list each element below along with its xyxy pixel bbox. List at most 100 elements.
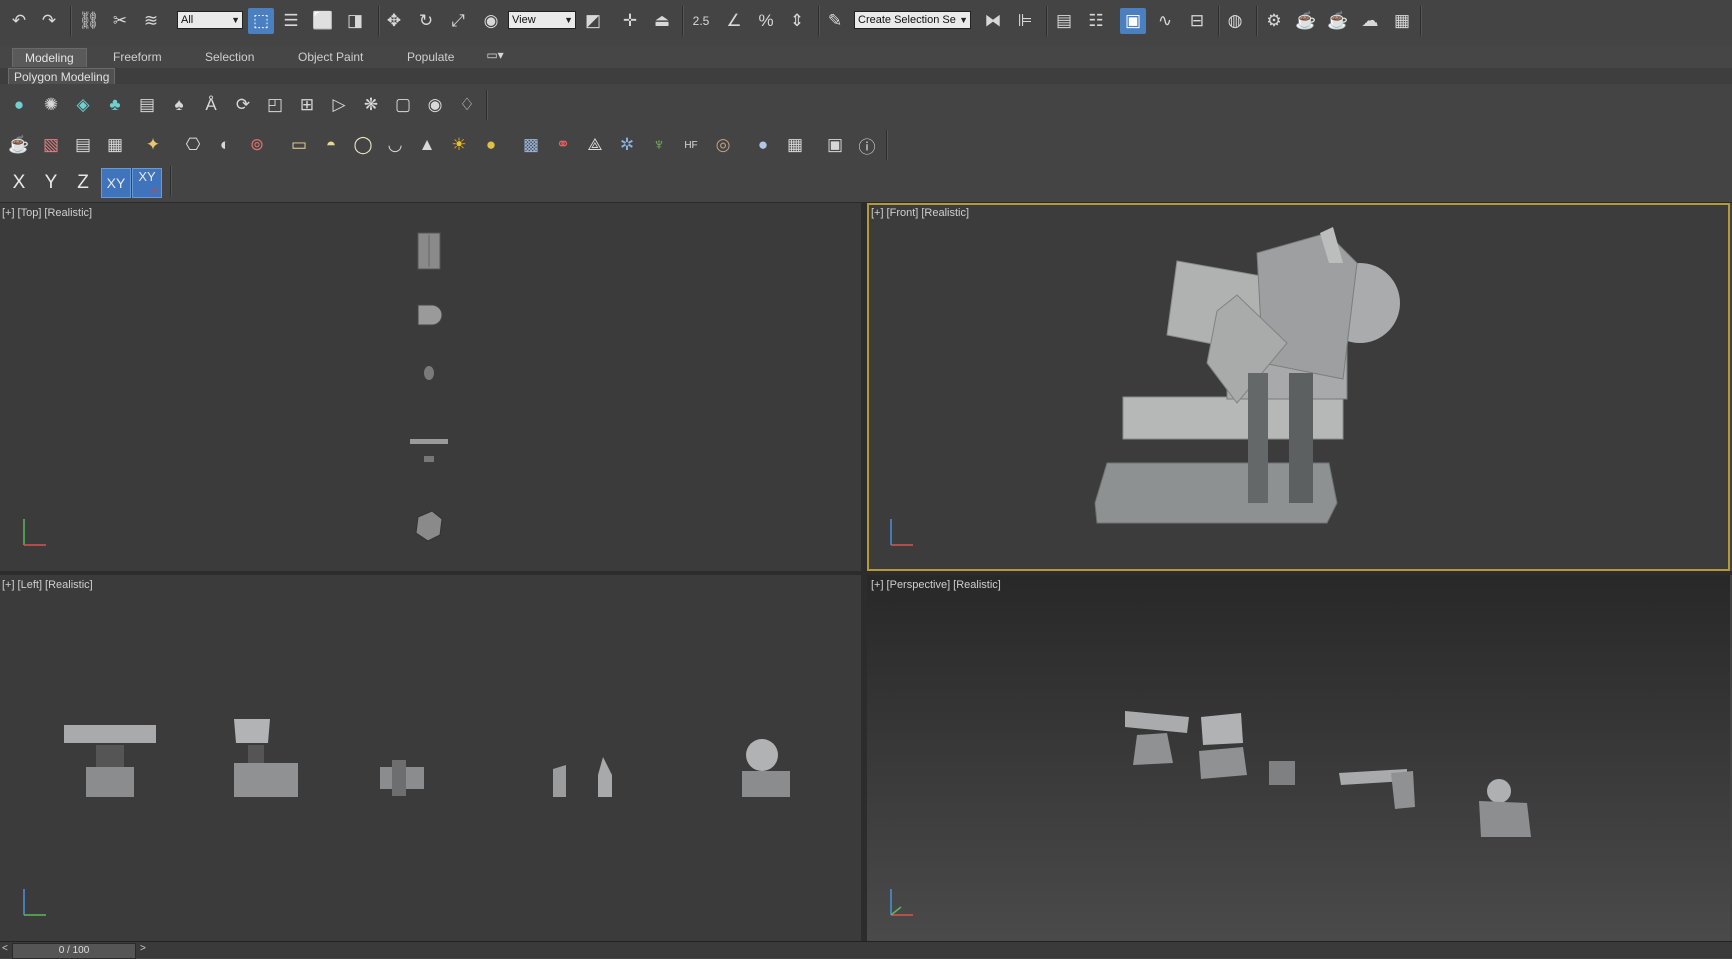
tab-freeform[interactable]: Freeform	[101, 48, 174, 66]
helper-icon[interactable]: ◰	[262, 92, 288, 118]
rotate-icon[interactable]: ↻	[413, 8, 439, 34]
grid-icon[interactable]: ▩	[518, 132, 544, 158]
next-frame-button[interactable]: >	[140, 943, 146, 954]
cycle-icon[interactable]: ⟳	[230, 92, 256, 118]
teapot-icon[interactable]: ☕	[6, 132, 32, 158]
hf-icon[interactable]: HF	[678, 132, 704, 158]
tab-populate[interactable]: Populate	[395, 48, 466, 66]
camera-icon[interactable]: ⎔	[180, 132, 206, 158]
link-icon[interactable]: ⛓	[76, 8, 102, 34]
mirror-icon[interactable]: ⧓	[980, 8, 1006, 34]
viewport-front[interactable]: [+] [Front] [Realistic]	[867, 203, 1730, 571]
material-editor-icon[interactable]: ◍	[1222, 8, 1248, 34]
frame-icon[interactable]: ▢	[390, 92, 416, 118]
pivot-center-icon[interactable]: ◩	[580, 8, 606, 34]
persp-object-3[interactable]	[1269, 761, 1295, 785]
tab-selection[interactable]: Selection	[193, 48, 266, 66]
curve-editor-icon[interactable]: ∿	[1152, 8, 1178, 34]
scale-icon[interactable]: ⤢	[445, 8, 471, 34]
toggle-layer-explorer-icon[interactable]: ☷	[1083, 8, 1109, 34]
turret-model[interactable]	[1094, 227, 1400, 524]
material-library-icon[interactable]: ▦	[782, 132, 808, 158]
top-object-1[interactable]	[417, 232, 441, 270]
spinner-snap-icon[interactable]: ⇕	[784, 8, 810, 34]
select-and-manipulate-icon[interactable]: ✛	[617, 8, 643, 34]
toggle-ribbon-icon[interactable]: ▣	[1120, 8, 1146, 34]
left-object-1[interactable]	[64, 725, 156, 797]
redo-icon[interactable]: ↷	[36, 8, 62, 34]
list-icon[interactable]: ▤	[134, 92, 160, 118]
rendered-frame-window-icon[interactable]: ☕	[1293, 8, 1319, 34]
tab-object-paint[interactable]: Object Paint	[286, 48, 375, 66]
a360-gallery-icon[interactable]: ▦	[1389, 8, 1415, 34]
previous-frame-button[interactable]: <	[2, 943, 8, 954]
left-object-2[interactable]	[234, 719, 298, 797]
left-object-3[interactable]	[380, 760, 424, 796]
render-setup-icon[interactable]: ⚙	[1261, 8, 1287, 34]
video-camera-icon[interactable]: ⊚	[244, 132, 270, 158]
snaps-toggle-icon[interactable]: 2.5	[688, 8, 714, 34]
render-production-icon[interactable]: ☕	[1325, 8, 1351, 34]
angle-snap-icon[interactable]: ∠	[721, 8, 747, 34]
window-crossing-icon[interactable]: ◨	[342, 8, 368, 34]
persp-object-1[interactable]	[1125, 711, 1189, 765]
top-object-2[interactable]	[417, 304, 443, 326]
bulb-icon[interactable]: ♢	[454, 92, 480, 118]
edit-named-selection-icon[interactable]: ✎	[822, 8, 848, 34]
tab-modeling[interactable]: Modeling	[12, 48, 87, 67]
bind-space-warp-icon[interactable]: ≋	[138, 8, 164, 34]
undo-icon[interactable]: ↶	[6, 8, 32, 34]
document-icon[interactable]: ▤	[70, 132, 96, 158]
constrain-z-button[interactable]: Z	[68, 168, 98, 198]
sun-light-icon[interactable]: ✺	[38, 92, 64, 118]
left-object-4[interactable]	[553, 757, 612, 797]
ribbon-options-icon[interactable]: ▭▾	[482, 42, 508, 68]
constrain-xy-snap-button[interactable]: XY ∩	[132, 168, 162, 198]
bowl-icon[interactable]: ◡	[382, 132, 408, 158]
viewport-left[interactable]: [+] [Left] [Realistic]	[0, 575, 861, 941]
align-icon[interactable]: ⊫	[1012, 8, 1038, 34]
particle-icon[interactable]: ❋	[358, 92, 384, 118]
keyboard-shortcut-override-icon[interactable]: ⏏	[649, 8, 675, 34]
sun-icon[interactable]: ☀	[446, 132, 472, 158]
light-icon[interactable]: ●	[6, 92, 32, 118]
wireframe-icon[interactable]: ⟁	[582, 132, 608, 158]
select-object-icon[interactable]: ⬚	[248, 8, 274, 34]
reference-coordinate-dropdown[interactable]: View ▼	[508, 11, 576, 29]
bulb-icon[interactable]: ✦	[140, 132, 166, 158]
constrain-x-button[interactable]: X	[4, 168, 34, 198]
material-sphere-icon[interactable]: ●	[750, 132, 776, 158]
unlink-icon[interactable]: ✂	[107, 8, 133, 34]
constrain-xy-button[interactable]: XY	[101, 168, 131, 198]
left-object-5[interactable]	[742, 739, 790, 797]
constrain-y-button[interactable]: Y	[36, 168, 66, 198]
rectangular-selection-icon[interactable]: ⬜	[310, 8, 336, 34]
select-by-name-icon[interactable]: ☰	[278, 8, 304, 34]
dome-icon[interactable]: ◓	[318, 132, 344, 158]
foliage-icon[interactable]: ♣	[102, 92, 128, 118]
place-icon[interactable]: ◉	[478, 8, 504, 34]
help-icon[interactable]: ⓘ	[854, 132, 880, 158]
eye-icon[interactable]: ◉	[422, 92, 448, 118]
named-selection-dropdown[interactable]: Create Selection Se ▼	[854, 11, 971, 29]
viewport-top[interactable]: [+] [Top] [Realistic]	[0, 203, 861, 571]
persp-object-2[interactable]	[1199, 713, 1247, 779]
spline-icon[interactable]: Å	[198, 92, 224, 118]
gear-icon[interactable]: ✲	[614, 132, 640, 158]
camera-icon[interactable]: ◈	[70, 92, 96, 118]
play-icon[interactable]: ▷	[326, 92, 352, 118]
grid-snap-icon[interactable]: ⊞	[294, 92, 320, 118]
schematic-view-icon[interactable]: ⊟	[1184, 8, 1210, 34]
sky-icon[interactable]: ●	[478, 132, 504, 158]
plane-icon[interactable]: ▭	[286, 132, 312, 158]
persp-object-5[interactable]	[1479, 779, 1531, 837]
grass-icon[interactable]: ♆	[646, 132, 672, 158]
texture-icon[interactable]: ◎	[710, 132, 736, 158]
viewport-perspective[interactable]: [+] [Perspective] [Realistic]	[867, 575, 1730, 941]
top-object-4[interactable]	[410, 439, 448, 462]
sphere-icon[interactable]: ◯	[350, 132, 376, 158]
toggle-scene-explorer-icon[interactable]: ▤	[1051, 8, 1077, 34]
tree-icon[interactable]: ♠	[166, 92, 192, 118]
top-object-3[interactable]	[424, 366, 434, 380]
top-object-5[interactable]	[415, 510, 443, 542]
